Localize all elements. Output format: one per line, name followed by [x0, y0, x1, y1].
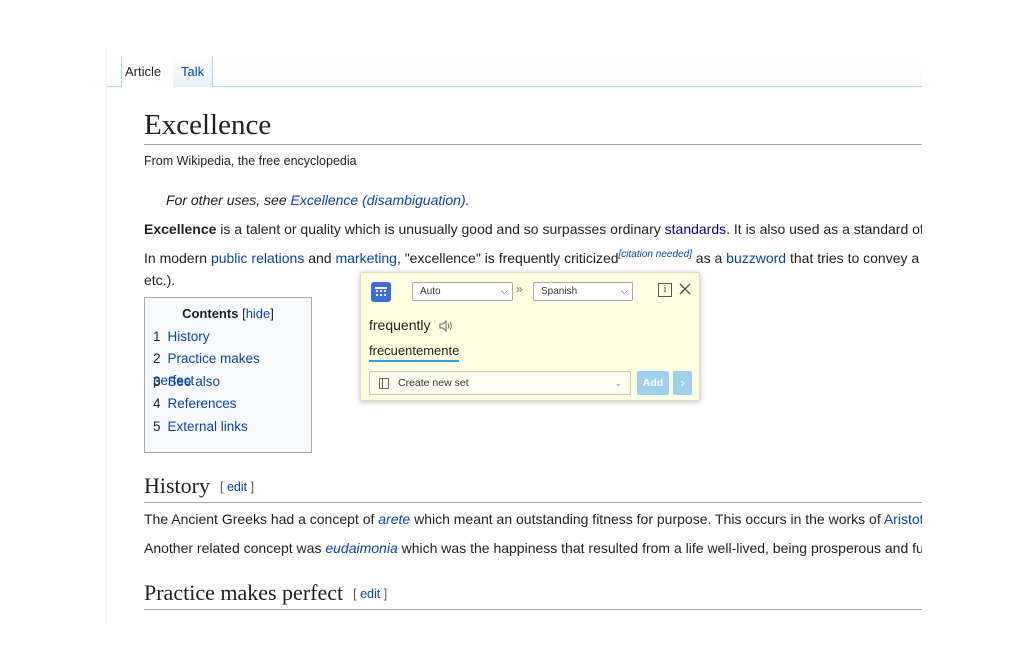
toc-link[interactable]: External links: [168, 419, 248, 434]
history-paragraph-1: The Ancient Greeks had a concept of aret…: [144, 508, 922, 530]
disambiguation-link[interactable]: Excellence (disambiguation): [291, 192, 466, 208]
tab-talk[interactable]: Talk: [173, 56, 214, 87]
toc-bracket: ]: [270, 306, 274, 321]
toc-link[interactable]: See also: [168, 374, 221, 389]
hatnote: For other uses, see Excellence (disambig…: [166, 189, 470, 211]
page-tabs: Article Talk: [107, 56, 922, 88]
tab-talk-label: Talk: [181, 64, 205, 79]
set-select-value: Create new set: [398, 377, 469, 389]
marketing-link[interactable]: marketing: [335, 250, 396, 266]
edit-practice-link[interactable]: edit: [360, 587, 380, 601]
tab-article[interactable]: Article: [121, 56, 176, 88]
table-of-contents: Contents [hide] 1 History 2 Practice makes…: [144, 297, 312, 453]
toc-number: 4: [153, 396, 161, 412]
toc-number: 5: [153, 418, 161, 434]
intro-text: is a talent or quality which is unusuall…: [216, 221, 665, 237]
target-language-select[interactable]: Spanish ⌵: [533, 282, 633, 301]
standards-link[interactable]: standards: [665, 221, 726, 237]
book-icon: [379, 378, 389, 389]
aristotle-link[interactable]: Aristot: [884, 511, 922, 527]
close-icon[interactable]: [677, 281, 693, 297]
page-title: Excellence: [144, 109, 922, 145]
toc-heading: Contents: [182, 306, 239, 321]
citation-needed-link[interactable]: [citation needed]: [619, 249, 692, 260]
history-text: which was the happiness that resulted fr…: [397, 540, 922, 556]
translator-popup: Auto ⌵ » Spanish ⌵ i frequently frecuentem…: [360, 272, 700, 401]
toc-number: 1: [153, 329, 161, 344]
public-relations-link[interactable]: public relations: [211, 250, 304, 266]
section-heading-text: History: [144, 473, 210, 498]
info-icon[interactable]: i: [658, 283, 672, 297]
intro-text: and: [304, 250, 336, 266]
edit-bracket: [: [220, 480, 227, 494]
toc-link[interactable]: References: [168, 396, 237, 411]
intro-bold-term: Excellence: [144, 221, 217, 237]
chevron-right-icon[interactable]: ›: [673, 371, 692, 395]
toc-number: 3: [153, 373, 161, 389]
toc-item-references[interactable]: 4 References: [153, 393, 303, 415]
toc-title: Contents [hide]: [153, 306, 303, 321]
history-paragraph-2: Another related concept was eudaimonia w…: [144, 537, 922, 559]
source-language-value: Auto: [420, 286, 441, 297]
toc-item-practice[interactable]: 2 Practice makes perfect: [153, 348, 303, 388]
section-heading-practice: Practice makes perfect[ edit ]: [144, 580, 922, 610]
toc-hide-link[interactable]: hide: [246, 306, 271, 321]
section-heading-text: Practice makes perfect: [144, 580, 344, 605]
chevron-down-icon: ⌵: [500, 286, 508, 297]
intro-text: that tries to convey a: [786, 250, 920, 266]
toc-link[interactable]: History: [168, 329, 210, 344]
intro-paragraph-3: etc.).: [144, 272, 176, 288]
chevron-down-icon: ⌄: [614, 378, 622, 388]
edit-bracket: ]: [247, 480, 255, 494]
buzzword-link[interactable]: buzzword: [726, 250, 786, 266]
hatnote-prefix: For other uses, see: [166, 192, 291, 208]
history-text: Another related concept was: [144, 540, 326, 556]
source-word: frequently: [369, 317, 431, 333]
intro-paragraph-1: Excellence is a talent or quality which …: [144, 218, 922, 240]
toc-item-external-links[interactable]: 5 External links: [153, 416, 303, 438]
tagline: From Wikipedia, the free encyclopedia: [144, 154, 357, 168]
set-select[interactable]: Create new set ⌄: [369, 371, 631, 395]
arete-link[interactable]: arete: [378, 511, 410, 527]
speaker-icon[interactable]: [438, 318, 454, 334]
edit-history-link[interactable]: edit: [227, 480, 247, 494]
source-language-select[interactable]: Auto ⌵: [412, 282, 513, 301]
hatnote-suffix: .: [465, 192, 470, 208]
eudaimonia-link[interactable]: eudaimonia: [325, 540, 397, 556]
target-language-value: Spanish: [541, 286, 578, 297]
toc-item-history[interactable]: 1 History: [153, 326, 303, 348]
intro-paragraph-2: In modern public relations and marketing…: [144, 247, 919, 269]
history-text: The Ancient Greeks had a concept of: [144, 511, 379, 527]
translator-logo-icon[interactable]: [371, 282, 391, 302]
add-button[interactable]: Add: [637, 371, 669, 395]
intro-text: . It is also used as a standard of: [726, 221, 922, 237]
intro-text: In modern: [144, 250, 211, 266]
translation-text: frecuentemente: [369, 343, 460, 362]
section-heading-history: History [ edit ]: [144, 473, 922, 503]
toc-item-see-also[interactable]: 3 See also: [153, 371, 303, 393]
toc-number: 2: [153, 351, 161, 367]
tab-article-label: Article: [125, 64, 162, 79]
chevron-down-icon: ⌵: [620, 286, 628, 297]
history-text: which meant an outstanding fitness for p…: [410, 511, 884, 527]
double-chevron-right-icon: »: [516, 282, 523, 296]
intro-text: as a: [691, 250, 727, 266]
edit-bracket: ]: [380, 587, 388, 601]
intro-text: , "excellence" is frequently criticized: [396, 250, 619, 266]
